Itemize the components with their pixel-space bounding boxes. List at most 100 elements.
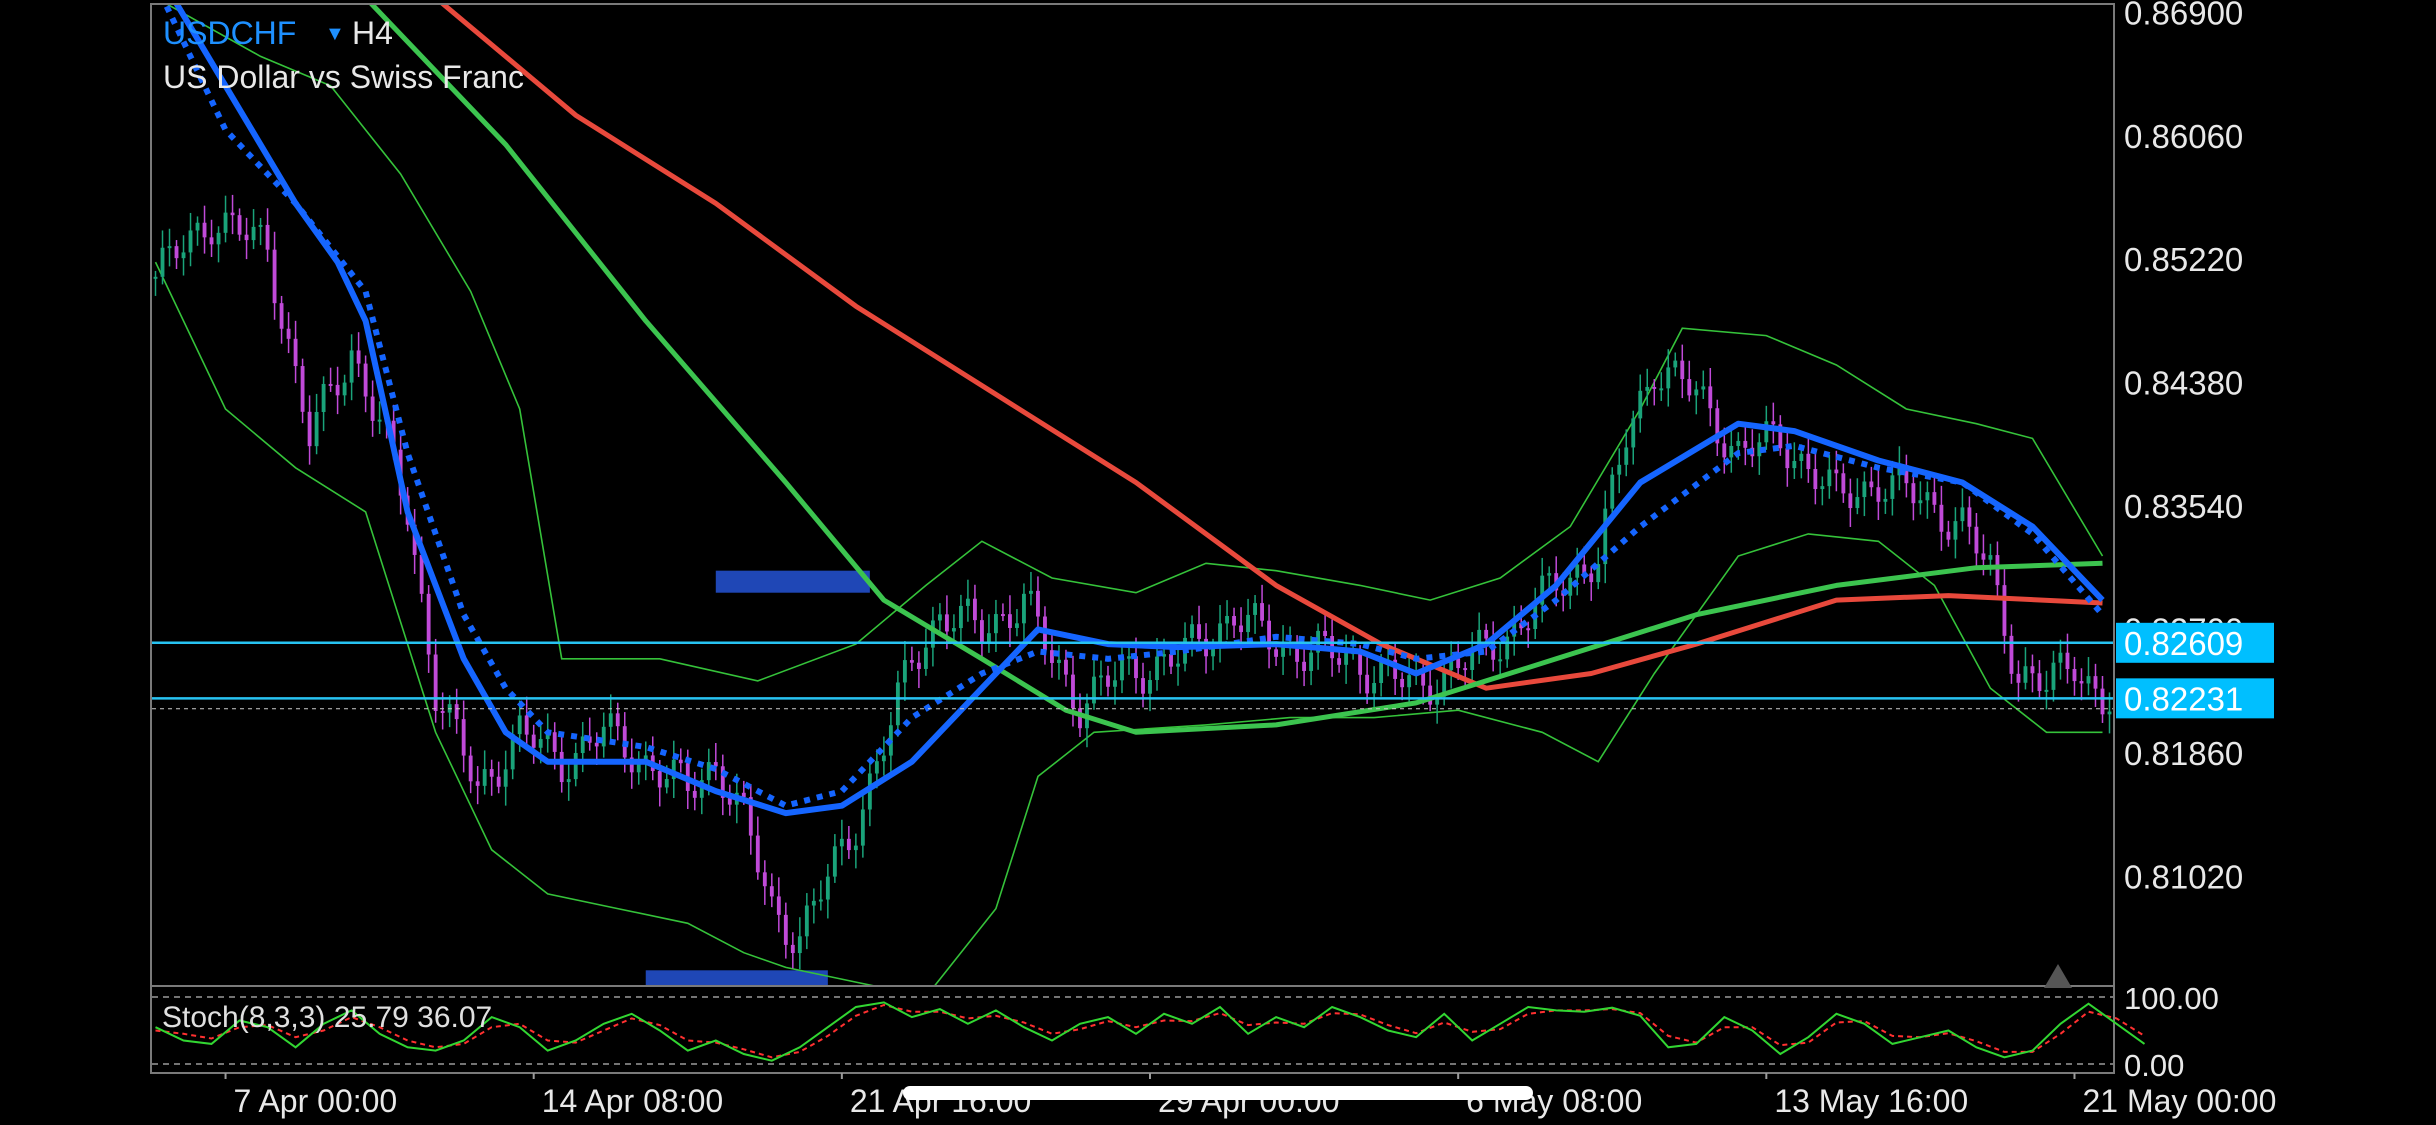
candle-body: [1344, 652, 1349, 665]
candle-body: [2072, 669, 2077, 682]
candle-body: [1708, 386, 1713, 409]
candle-body: [594, 742, 599, 747]
candle-body: [461, 719, 466, 756]
candle-body: [468, 755, 473, 782]
candle-body: [1876, 487, 1881, 502]
candle-body: [1694, 389, 1699, 396]
candle-body: [328, 383, 333, 386]
candle-body: [972, 598, 977, 621]
candle-body: [1575, 564, 1580, 578]
candle-body: [1008, 614, 1012, 628]
candle-body: [762, 872, 767, 887]
candle-body: [1029, 590, 1033, 594]
candle-body: [1456, 658, 1461, 669]
candle-body: [1323, 630, 1328, 637]
candle-body: [2107, 711, 2112, 715]
candle-body: [678, 759, 683, 764]
candle-body: [1890, 475, 1895, 499]
home-indicator[interactable]: [903, 1086, 1533, 1100]
candle-body: [1946, 531, 1951, 540]
candle-body: [1498, 659, 1503, 662]
candle-body: [895, 682, 900, 726]
candle-body: [1813, 469, 1818, 490]
price-axis-label: 0.85220: [2124, 241, 2243, 278]
candle-body: [1729, 445, 1734, 458]
candle-body: [1407, 675, 1412, 688]
candle-body: [286, 328, 291, 339]
price-axis-label: 0.84380: [2124, 365, 2243, 402]
candle-body: [573, 753, 578, 780]
time-axis-label: 13 May 16:00: [1774, 1083, 1968, 1119]
price-axis-label: 0.81860: [2124, 735, 2243, 772]
candle-body: [342, 382, 347, 396]
candle-body: [1057, 659, 1061, 663]
time-axis-label: 21 May 00:00: [2082, 1083, 2276, 1119]
candle-body: [1771, 421, 1776, 425]
candle-body: [349, 350, 354, 383]
candle-body: [1253, 603, 1257, 615]
candle-body: [1869, 481, 1874, 488]
candle-body: [1071, 674, 1075, 709]
candle-body: [2044, 689, 2049, 692]
candle-body: [2009, 635, 2014, 674]
candle-body: [475, 781, 480, 786]
candle-body: [1064, 659, 1068, 675]
zone-box-0[interactable]: [715, 570, 870, 593]
candle-body: [1736, 440, 1741, 446]
candle-body: [601, 726, 606, 747]
candle-body: [1169, 654, 1173, 667]
candle-body: [1638, 390, 1643, 419]
candle-body: [657, 771, 662, 788]
stoch-level-label: 100.00: [2124, 981, 2219, 1016]
candle-body: [958, 605, 963, 629]
candle-body: [1022, 593, 1026, 624]
candle-body: [293, 338, 298, 367]
candle-body: [839, 838, 844, 847]
candle-body: [2037, 673, 2042, 691]
candle-body: [1155, 656, 1159, 681]
candle-body: [1834, 469, 1839, 474]
candle-body: [1995, 555, 2000, 586]
candle-body: [1274, 649, 1278, 657]
candle-body: [1337, 658, 1342, 665]
candle-body: [1701, 386, 1706, 390]
candle-body: [1428, 685, 1433, 705]
candle-body: [1246, 614, 1250, 633]
candle-body: [167, 246, 172, 249]
timeframe-label[interactable]: H4: [352, 15, 393, 51]
candle-body: [2058, 652, 2063, 663]
candle-body: [1953, 521, 1958, 540]
candle-body: [209, 237, 214, 245]
candle-body: [804, 905, 809, 937]
candle-body: [237, 215, 242, 235]
candle-body: [1106, 675, 1110, 687]
candle-body: [1015, 623, 1019, 628]
candle-body: [300, 366, 305, 412]
candle-body: [251, 226, 256, 241]
candle-body: [1799, 453, 1804, 461]
candle-body: [1036, 590, 1040, 617]
candle-body: [916, 662, 921, 669]
candle-body: [902, 660, 907, 683]
candle-body: [2100, 688, 2105, 715]
candle-body: [524, 715, 529, 735]
candle-body: [531, 734, 536, 748]
candle-body: [1120, 658, 1124, 681]
candle-body: [615, 713, 620, 727]
candle-body: [1197, 624, 1201, 639]
candle-body: [1463, 668, 1468, 671]
symbol-name[interactable]: USDCHF: [163, 15, 296, 51]
candle-body: [1645, 386, 1650, 391]
candle-body: [552, 732, 557, 752]
candle-body: [223, 212, 228, 233]
candle-body: [1141, 678, 1145, 694]
candle-body: [1484, 629, 1489, 639]
candle-body: [1792, 460, 1797, 469]
candle-body: [1309, 652, 1314, 671]
chart-canvas[interactable]: 0.869000.860600.852200.843800.835400.827…: [0, 0, 2436, 1125]
symbol-dropdown-icon[interactable]: ▼: [325, 23, 345, 45]
candle-body: [1526, 628, 1531, 631]
candle-body: [874, 761, 879, 774]
candle-body: [1190, 624, 1194, 638]
candle-body: [811, 900, 816, 906]
